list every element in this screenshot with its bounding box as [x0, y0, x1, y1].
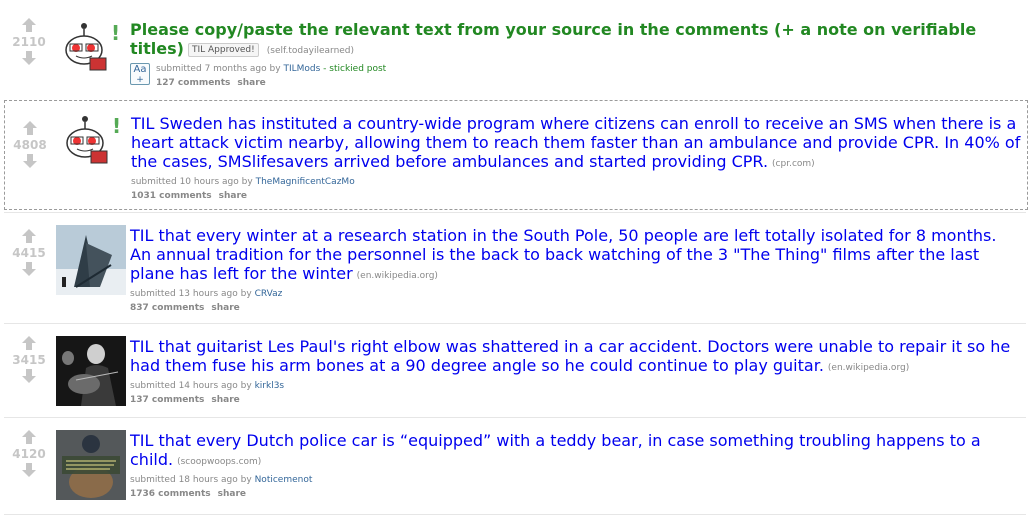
post-title[interactable]: TIL Sweden has instituted a country-wide… — [131, 114, 1020, 171]
list-divider — [4, 514, 1026, 515]
vote-column: 3415 — [4, 336, 54, 383]
comments-link[interactable]: 1736 comments — [130, 489, 211, 499]
post-time: 18 hours ago — [178, 475, 238, 485]
svg-text:!: ! — [112, 114, 121, 138]
author-link[interactable]: CRVaz — [255, 289, 283, 299]
reddit-alien-icon[interactable]: ! — [57, 113, 123, 165]
post-stickied: 2110 ! Please copy/paste the relevant te… — [4, 8, 1026, 96]
post-buttons: 1031 comments share — [131, 189, 1023, 203]
post-buttons: 127 comments share — [156, 76, 1022, 90]
svg-text:!: ! — [111, 21, 120, 45]
vote-column: 4808 — [5, 121, 55, 168]
post: 4808 ! TIL Sweden has instituted a count… — [4, 100, 1028, 210]
post-buttons: 137 comments share — [130, 393, 1022, 407]
vote-column: 2110 — [4, 18, 54, 65]
comments-link[interactable]: 1031 comments — [131, 191, 212, 201]
author-link[interactable]: Noticemenot — [255, 475, 313, 485]
upvote-arrow-icon[interactable] — [22, 229, 36, 243]
downvote-arrow-icon[interactable] — [23, 154, 37, 168]
post-list: 2110 ! Please copy/paste the relevant te… — [0, 0, 1031, 521]
score: 2110 — [12, 35, 46, 49]
post-thumbnail[interactable] — [56, 225, 126, 295]
score: 4120 — [12, 447, 46, 461]
author-link[interactable]: TILMods — [283, 64, 320, 74]
comments-link[interactable]: 137 comments — [130, 395, 204, 405]
share-link[interactable]: share — [219, 191, 247, 201]
post-thumbnail[interactable] — [56, 336, 126, 406]
post: 3415 TIL that guitarist Les Paul's right… — [4, 323, 1026, 414]
downvote-arrow-icon[interactable] — [22, 369, 36, 383]
comments-link[interactable]: 837 comments — [130, 303, 204, 313]
post-tagline: submitted 7 months ago by TILMods - stic… — [156, 64, 387, 74]
reddit-alien-icon[interactable]: ! — [56, 20, 122, 72]
post-time: 7 months ago — [204, 64, 267, 74]
share-link[interactable]: share — [211, 395, 239, 405]
author-link[interactable]: kirkl3s — [255, 381, 285, 391]
post: 4120 TIL that every Dutch police car is … — [4, 417, 1026, 513]
post-domain[interactable]: (scoopwoops.com) — [177, 457, 261, 467]
share-link[interactable]: share — [237, 78, 265, 88]
stickied-label: - stickied post — [323, 64, 387, 74]
post-tagline: submitted 14 hours ago by kirkl3s — [130, 381, 285, 391]
post: 4415 TIL that every winter at a research… — [4, 212, 1026, 321]
post-domain[interactable]: (self.todayilearned) — [267, 46, 354, 56]
upvote-arrow-icon[interactable] — [23, 121, 37, 135]
vote-column: 4415 — [4, 229, 54, 276]
post-tagline: submitted 10 hours ago by TheMagnificent… — [131, 177, 355, 187]
share-link[interactable]: share — [211, 303, 239, 313]
score: 4808 — [13, 138, 47, 152]
author-link[interactable]: TheMagnificentCazMo — [256, 177, 355, 187]
downvote-arrow-icon[interactable] — [22, 262, 36, 276]
post-time: 10 hours ago — [179, 177, 239, 187]
post-buttons: 837 comments share — [130, 301, 1022, 315]
post-time: 13 hours ago — [178, 289, 238, 299]
post-time: 14 hours ago — [178, 381, 238, 391]
score: 4415 — [12, 246, 46, 260]
post-domain[interactable]: (cpr.com) — [772, 159, 815, 169]
share-link[interactable]: share — [218, 489, 246, 499]
flair-badge: TIL Approved! — [187, 43, 259, 57]
downvote-arrow-icon[interactable] — [22, 51, 36, 65]
upvote-arrow-icon[interactable] — [22, 430, 36, 444]
post-buttons: 1736 comments share — [130, 487, 1022, 501]
upvote-arrow-icon[interactable] — [22, 336, 36, 350]
upvote-arrow-icon[interactable] — [22, 18, 36, 32]
downvote-arrow-icon[interactable] — [22, 463, 36, 477]
post-domain[interactable]: (en.wikipedia.org) — [828, 363, 909, 373]
post-thumbnail[interactable] — [56, 430, 126, 500]
post-domain[interactable]: (en.wikipedia.org) — [357, 271, 438, 281]
vote-column: 4120 — [4, 430, 54, 477]
score: 3415 — [12, 353, 46, 367]
post-tagline: submitted 13 hours ago by CRVaz — [130, 289, 283, 299]
expand-text-icon[interactable]: Aa + — [130, 63, 150, 85]
comments-link[interactable]: 127 comments — [156, 78, 230, 88]
post-title[interactable]: TIL that every winter at a research stat… — [130, 226, 996, 283]
post-tagline: submitted 18 hours ago by Noticemenot — [130, 475, 313, 485]
